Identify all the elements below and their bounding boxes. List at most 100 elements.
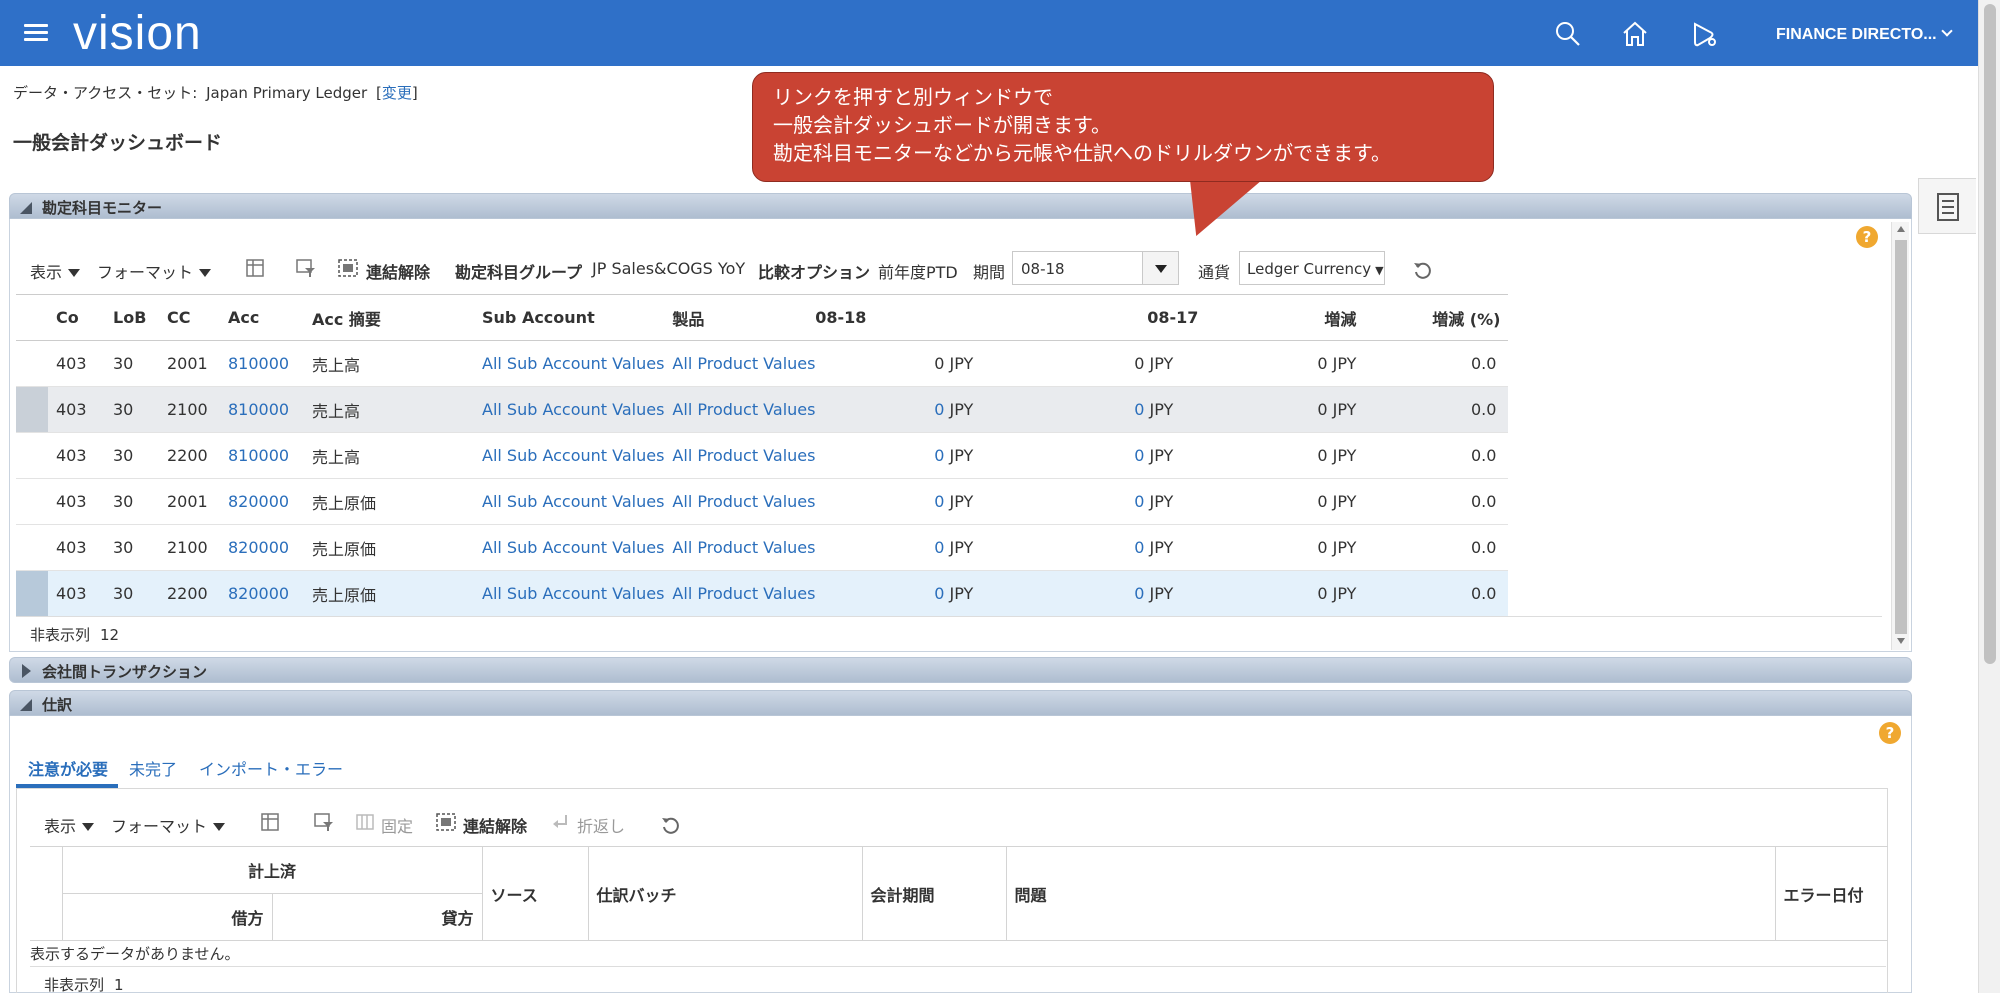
search-icon[interactable]	[1554, 20, 1582, 48]
col-header-cc[interactable]: CC	[159, 294, 220, 341]
col-header-change-pct[interactable]: 増減 (%)	[1368, 294, 1509, 341]
product-link[interactable]: All Product Values	[672, 584, 815, 603]
current-balance-value[interactable]: 0	[934, 400, 944, 419]
col-header-accounting-period[interactable]: 会計期間	[861, 846, 1007, 941]
col-header-batch[interactable]: 仕訳バッチ	[587, 846, 863, 941]
col-header-source[interactable]: ソース	[481, 846, 589, 941]
currency-select[interactable]: Ledger Currency ▼	[1239, 251, 1385, 285]
col-header-acc-desc[interactable]: Acc 摘要	[304, 294, 474, 341]
page-scrollbar[interactable]	[1978, 0, 2000, 993]
refresh-icon[interactable]	[1412, 259, 1434, 281]
account-link[interactable]: 810000	[228, 354, 289, 373]
col-header-sub-account[interactable]: Sub Account	[474, 294, 665, 341]
table-row[interactable]: 403 30 2001 810000 売上高 All Sub Account Values…	[16, 340, 1509, 387]
current-balance-value[interactable]: 0	[934, 492, 944, 511]
product-link[interactable]: All Product Values	[672, 446, 815, 465]
previous-balance-value[interactable]: 0	[1134, 446, 1144, 465]
table-scrollbar-thumb[interactable]	[1895, 240, 1907, 634]
previous-balance-value[interactable]: 0	[1134, 538, 1144, 557]
hamburger-menu-icon[interactable]	[24, 24, 48, 42]
contextual-area-button[interactable]	[1918, 178, 1976, 234]
current-balance-value[interactable]: 0	[934, 538, 944, 557]
account-monitor-panel-header[interactable]: 勘定科目モニター	[9, 193, 1912, 219]
detach-button[interactable]: 連結解除	[366, 259, 430, 283]
table-row[interactable]: 403 30 2001 820000 売上原価 All Sub Account Value…	[16, 478, 1509, 525]
row-selector[interactable]	[16, 340, 48, 387]
tab-incomplete[interactable]: 未完了	[129, 756, 177, 780]
col-header-posted[interactable]: 計上済	[61, 846, 483, 894]
tab-import-errors[interactable]: インポート・エラー	[199, 756, 343, 780]
collapse-triangle-icon[interactable]	[20, 699, 32, 711]
col-header-change[interactable]: 増減	[1210, 294, 1369, 341]
table-row[interactable]: 403 30 2200 810000 売上高 All Sub Account Values…	[16, 432, 1509, 479]
current-balance-value[interactable]: 0	[934, 584, 944, 603]
row-selector[interactable]	[16, 570, 48, 617]
col-header-acc[interactable]: Acc	[220, 294, 304, 341]
sub-account-link[interactable]: All Sub Account Values	[482, 354, 664, 373]
row-selector[interactable]	[16, 386, 48, 433]
collapse-triangle-icon[interactable]	[20, 202, 32, 214]
previous-balance-value[interactable]: 0	[1134, 492, 1144, 511]
app-logo[interactable]: vision	[73, 6, 202, 61]
col-header-co[interactable]: Co	[48, 294, 105, 341]
sub-account-link[interactable]: All Sub Account Values	[482, 584, 664, 603]
table-row[interactable]: 403 30 2200 820000 売上原価 All Sub Account Value…	[16, 570, 1509, 617]
col-header-credit[interactable]: 貸方	[271, 893, 483, 941]
col-header-lob[interactable]: LoB	[105, 294, 159, 341]
scrollbar-thumb[interactable]	[1984, 4, 1996, 664]
filter-icon[interactable]	[313, 812, 335, 832]
refresh-icon[interactable]	[660, 814, 682, 836]
format-menu[interactable]: フォーマット	[111, 813, 225, 837]
format-menu[interactable]: フォーマット	[97, 259, 211, 283]
view-menu[interactable]: 表示	[30, 259, 80, 283]
table-row[interactable]: 403 30 2100 810000 売上高 All Sub Account Values…	[16, 386, 1509, 433]
col-header-debit[interactable]: 借方	[61, 893, 273, 941]
scroll-down-icon[interactable]	[1897, 638, 1905, 644]
product-link[interactable]: All Product Values	[672, 492, 815, 511]
detach-button[interactable]: 連結解除	[463, 813, 527, 837]
col-header-issue[interactable]: 問題	[1005, 846, 1776, 941]
intercompany-panel-header[interactable]: 会社間トランザクション	[9, 657, 1912, 683]
notifications-icon[interactable]	[1690, 20, 1718, 48]
account-link[interactable]: 820000	[228, 584, 289, 603]
user-menu[interactable]: FINANCE DIRECTO...	[1776, 25, 1953, 44]
col-header-previous-period[interactable]: 08-17	[1010, 294, 1211, 341]
period-select[interactable]: 08-18	[1012, 251, 1179, 285]
col-header-current-period[interactable]: 08-18	[815, 294, 1011, 341]
columns-icon[interactable]	[244, 258, 266, 278]
home-icon[interactable]	[1621, 20, 1649, 48]
col-header-error-date[interactable]: エラー日付	[1774, 846, 1888, 941]
table-row[interactable]: 403 30 2100 820000 売上原価 All Sub Account Value…	[16, 524, 1509, 571]
view-menu[interactable]: 表示	[44, 813, 94, 837]
account-link[interactable]: 810000	[228, 446, 289, 465]
columns-icon[interactable]	[259, 812, 281, 832]
current-balance-value[interactable]: 0	[934, 446, 944, 465]
previous-balance-value[interactable]: 0	[1134, 584, 1144, 603]
product-link[interactable]: All Product Values	[672, 400, 815, 419]
sub-account-link[interactable]: All Sub Account Values	[482, 446, 664, 465]
account-link[interactable]: 820000	[228, 492, 289, 511]
detach-icon[interactable]	[435, 812, 457, 832]
account-link[interactable]: 810000	[228, 400, 289, 419]
dropdown-arrow-icon[interactable]: ▼	[1375, 264, 1383, 277]
row-selector[interactable]	[16, 478, 48, 525]
product-link[interactable]: All Product Values	[672, 354, 815, 373]
row-selector[interactable]	[16, 524, 48, 571]
sub-account-link[interactable]: All Sub Account Values	[482, 492, 664, 511]
tab-attention-required[interactable]: 注意が必要	[28, 756, 108, 780]
product-link[interactable]: All Product Values	[672, 538, 815, 557]
previous-balance-value[interactable]: 0	[1134, 400, 1144, 419]
detach-icon[interactable]	[337, 258, 359, 278]
expand-triangle-icon[interactable]	[22, 664, 31, 678]
change-dataset-link[interactable]: 変更	[382, 84, 412, 102]
help-icon[interactable]: ?	[1879, 722, 1901, 744]
table-scrollbar[interactable]	[1891, 222, 1909, 650]
row-selector[interactable]	[16, 432, 48, 479]
account-link[interactable]: 820000	[228, 538, 289, 557]
dropdown-arrow-icon[interactable]	[1142, 252, 1178, 284]
scroll-up-icon[interactable]	[1897, 226, 1905, 232]
sub-account-link[interactable]: All Sub Account Values	[482, 538, 664, 557]
help-icon[interactable]: ?	[1856, 226, 1878, 248]
sub-account-link[interactable]: All Sub Account Values	[482, 400, 664, 419]
journals-panel-header[interactable]: 仕訳	[9, 690, 1912, 716]
